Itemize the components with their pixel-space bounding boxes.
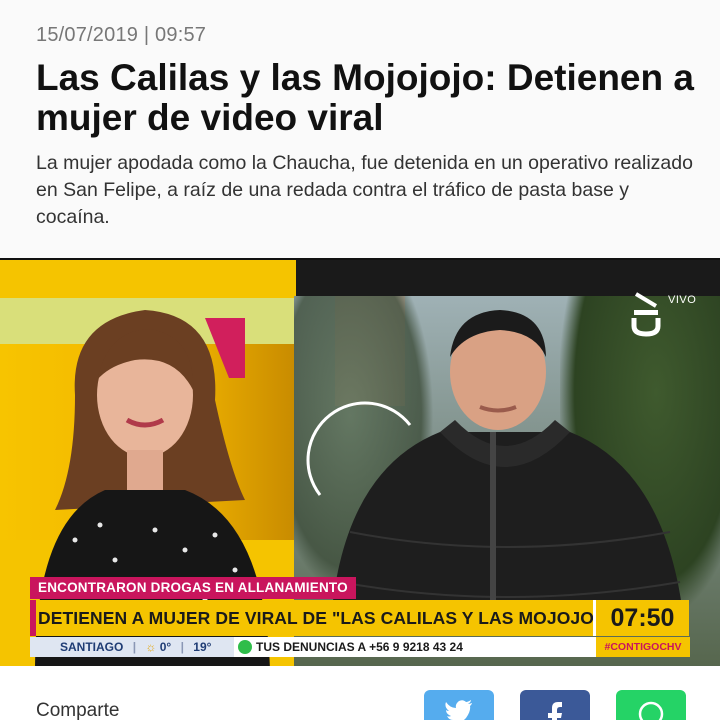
whatsapp-icon — [638, 701, 664, 720]
share-twitter-button[interactable] — [424, 690, 494, 720]
weather-separator: | — [180, 640, 184, 654]
hotline-ticker: TUS DENUNCIAS A +56 9 9218 43 24 — [256, 640, 463, 654]
share-label: Comparte — [36, 700, 120, 720]
weather-city: SANTIAGO — [60, 640, 124, 654]
weather-high: 19° — [193, 640, 212, 654]
lower-third-headline: DETIENEN A MUJER DE VIRAL DE "LAS CALILA… — [30, 600, 593, 636]
dateline-separator: | — [143, 24, 150, 46]
broadcast-clock: 07:50 — [593, 600, 689, 636]
article-headline: Las Calilas y las Mojojojo: Detienen a m… — [36, 57, 694, 138]
weather-low: 0° — [159, 640, 172, 654]
sun-icon: ☼ — [145, 640, 157, 654]
facebook-icon — [548, 702, 562, 720]
share-facebook-button[interactable] — [520, 690, 590, 720]
share-whatsapp-button[interactable] — [616, 690, 686, 720]
article-header: 15/07/2019 | 09:57 Las Calilas y las Moj… — [0, 0, 720, 258]
weather-separator: | — [132, 640, 137, 654]
live-label: VIVO — [668, 294, 697, 306]
chilevision-logo-icon — [631, 292, 661, 337]
article-dateline: 15/07/2019 | 09:57 — [36, 24, 206, 47]
article-time: 09:57 — [155, 24, 207, 46]
weather-ticker: SANTIAGO | ☼ 0° | 19° — [30, 637, 234, 657]
twitter-icon — [445, 700, 472, 720]
article-lede: La mujer apodada como la Chaucha, fue de… — [36, 152, 693, 228]
hashtag-badge: #CONTIGOCHV — [596, 637, 690, 657]
article-date: 15/07/2019 — [36, 24, 139, 46]
lower-third-kicker: ENCONTRARON DROGAS EN ALLANAMIENTO — [30, 577, 356, 599]
loading-spinner-icon — [306, 401, 412, 496]
lower-third-accent — [30, 600, 36, 636]
